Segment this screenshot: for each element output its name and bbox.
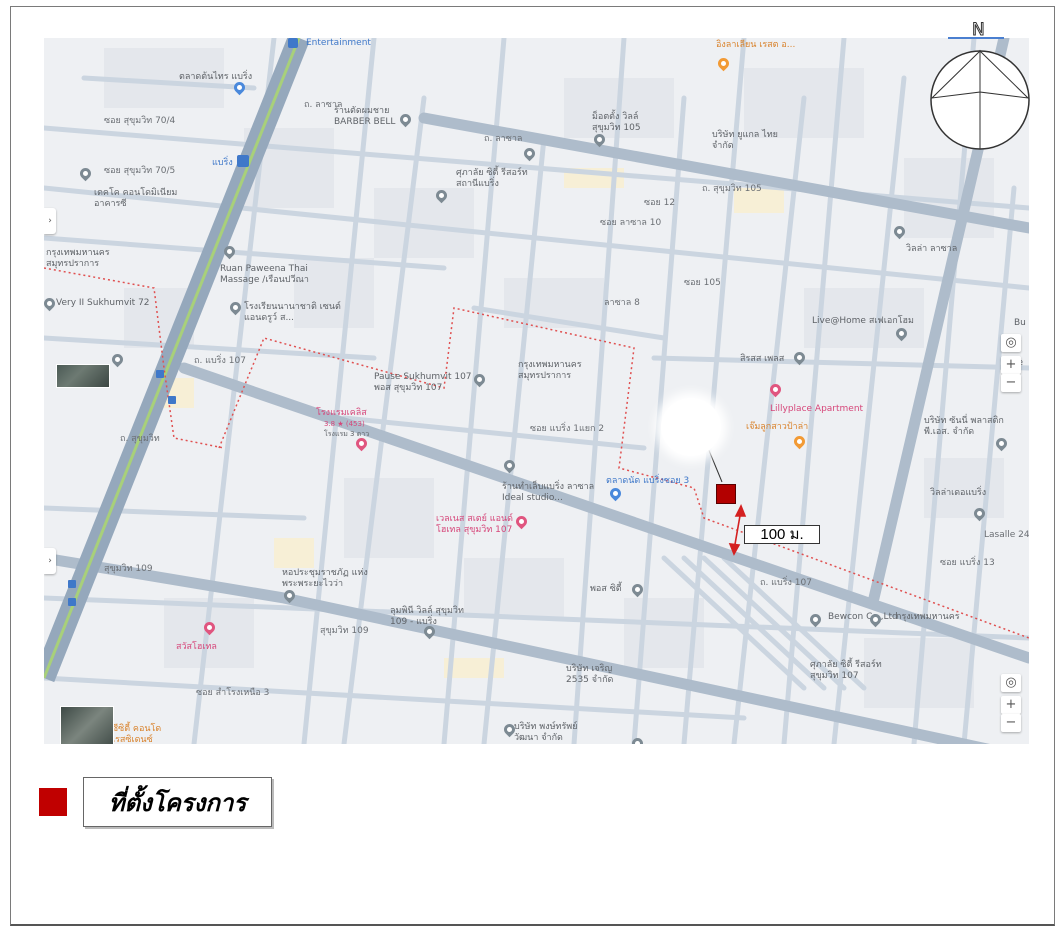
map-label-seven-eleven: อิงลาเลียน เรสต อ... bbox=[716, 40, 796, 50]
map-label-soi-12: ซอย 12 bbox=[644, 198, 676, 208]
zoom-out-button[interactable]: − bbox=[1001, 714, 1021, 732]
map-label-bewcon: Bewcon Co.,Ltd bbox=[828, 612, 898, 622]
map-label-bearing-station: แบริ่ง bbox=[212, 158, 233, 168]
satellite-layer-thumbnail[interactable] bbox=[60, 706, 114, 744]
map-label-sukhumvit-105-road: ถ. สุขุมวิท 105 bbox=[702, 184, 762, 194]
bts-station-icon[interactable] bbox=[237, 155, 249, 167]
map-canvas[interactable]: Entertainment ตลาดต้นไทร แบริ่ง ซอย สุขุ… bbox=[44, 38, 1029, 744]
bus-stop-icon[interactable] bbox=[68, 580, 76, 588]
locate-me-icon[interactable]: ◎ bbox=[1001, 674, 1021, 692]
map-label-bearing-107-road: ถ. แบริ่ง 107 bbox=[194, 356, 246, 366]
map-label-wellness: เวลเนส สเตย์ แอนด์ โฮเทล สุขุมวิท 107 bbox=[436, 514, 513, 535]
bus-stop-icon[interactable] bbox=[68, 598, 76, 606]
redacted-area bbox=[661, 398, 721, 456]
side-panel-toggle[interactable]: › bbox=[44, 208, 56, 234]
map-label-live-home: Live@Home สเฟเอกโฮม bbox=[812, 316, 914, 326]
bus-stop-icon[interactable] bbox=[156, 370, 164, 378]
legend-site-swatch bbox=[39, 788, 67, 816]
map-label-lasalle-1: ถ. ลาซาล bbox=[304, 100, 343, 110]
map-label-library: หอประชุมราชภัฏ แห่งพระพระยะไวว่า bbox=[282, 568, 368, 589]
map-label-villa-lasalle: วิลล่า ลาซาล bbox=[906, 244, 958, 254]
map-label-ruan-paweena: Ruan Paweena Thai Massage /เรือนปวีณา bbox=[220, 264, 309, 285]
map-label-bangkok-district-left: กรุงเทพมหานคร สมุทรปราการ bbox=[46, 248, 110, 269]
map-label-company-top: บริษัท ยูแกล ไทย จำกัด bbox=[712, 130, 778, 151]
map-label-bu: Bu bbox=[1014, 318, 1026, 328]
map-label-bangkok-district-right: กรุงเทพมหานคร bbox=[896, 612, 960, 622]
map-label-sukhumvit-109: สุขุมวิท 109 bbox=[104, 564, 153, 574]
map-label-jaroen: บริษัท เจริญ 2535 จำกัด bbox=[566, 664, 614, 685]
map-label-very-ii: Very II Sukhumvit 72 bbox=[56, 298, 150, 308]
bts-station-icon[interactable] bbox=[288, 38, 298, 48]
zoom-out-button[interactable]: − bbox=[1001, 374, 1021, 392]
map-label-ccity: ซีซิตี้ คอนโด เรสซิเดนซ์ bbox=[112, 724, 162, 744]
map-label-bangkok-district-center: กรุงเทพมหานคร สมุทรปราการ bbox=[518, 360, 582, 381]
map-label-decollo: เดคโค คอนโดมิเนียม อาคารซี bbox=[94, 188, 178, 209]
map-label-jaeng: เจ๊มลูกสาวป้าล่า bbox=[746, 422, 809, 432]
zoom-in-button[interactable]: + bbox=[1001, 696, 1021, 714]
project-site-marker bbox=[716, 484, 736, 504]
zoom-in-button[interactable]: + bbox=[1001, 356, 1021, 374]
locate-me-icon[interactable]: ◎ bbox=[1001, 334, 1021, 352]
map-label-lasalle-8: ลาซาล 8 bbox=[604, 298, 640, 308]
map-label-school: โรงเรียนนานาชาติ เซนต์แอนดรูว์ ส... bbox=[244, 302, 341, 323]
map-label-company-bottom: บริษัท พงษ์ทรัพย์ วัฒนา จำกัด bbox=[514, 722, 578, 743]
map-label-kusalo: ศุภาลัย ซิตี้ รีสอร์ท สถานีแบริ่ง bbox=[456, 168, 528, 189]
map-label-soi-samrong-3: ซอย สำโรงเหนือ 3 bbox=[196, 688, 270, 698]
map-label-villa-bearing: วิลล่าเดอแบริ่ง bbox=[930, 488, 987, 498]
map-label-lillyplace: Lillyplace Apartment bbox=[770, 404, 864, 414]
map-label-soi-bearing-13: ซอย แบริ่ง 13 bbox=[940, 558, 995, 568]
distance-label: 100 ม. bbox=[744, 525, 820, 544]
map-label-soi-105: ซอย 105 bbox=[684, 278, 721, 288]
map-label-mon-tong: ม็อตตั้ง วิลล์ สุขุมวิท 105 bbox=[592, 112, 641, 133]
map-label-entertainment: Entertainment bbox=[306, 38, 371, 48]
side-panel-toggle[interactable]: › bbox=[44, 548, 56, 574]
map-label-bearing-107-b: ถ. แบริ่ง 107 bbox=[760, 578, 812, 588]
satellite-layer-thumbnail[interactable] bbox=[56, 364, 110, 388]
north-arrow-icon: N bbox=[928, 20, 1032, 152]
map-label-lasalle-2: ถ. ลาซาล bbox=[484, 134, 523, 144]
map-label-pos-city: พอส ซิตี้ bbox=[590, 584, 622, 594]
map-label-talad-bearing: ตลาดนัด แบริ่งซอย 3 bbox=[606, 476, 690, 486]
map-label-bearing-right: บริษัท ซันนี่ พลาสติก พี.เอส. จำกัด bbox=[924, 416, 1004, 437]
map-roads bbox=[44, 38, 1029, 744]
map-label-soi-70-4: ซอย สุขุมวิท 70/4 bbox=[104, 116, 176, 126]
map-label-hotel-left: โรงแรมเคลิส bbox=[316, 408, 367, 418]
map-label-lasalle-right: Lasalle 24 bbox=[984, 530, 1029, 540]
map-label-soi-lasalle-10: ซอย ลาซาล 10 bbox=[600, 218, 662, 228]
map-label-sukhumvit-109-b: สุขุมวิท 109 bbox=[320, 626, 369, 636]
compass-north-letter: N bbox=[972, 20, 986, 41]
map-label-ideal-studio: ร้านทำเล็บแบริ่ง ลาซาล Ideal studio... bbox=[502, 482, 595, 503]
bus-stop-icon[interactable] bbox=[168, 396, 176, 404]
map-label-soi-70-5: ซอย สุขุมวิท 70/5 bbox=[104, 166, 176, 176]
map-label-soi-bearing-1-2: ซอย แบริ่ง 1แยก 2 bbox=[530, 424, 605, 434]
map-label-sukhumvit-road: ถ. สุขุมวิท bbox=[120, 434, 160, 444]
map-label-sirasa: สิรสส เพลส bbox=[740, 354, 785, 364]
map-label-pause: Pause Sukhumvit 107 พอส สุขุมวิท 107 bbox=[374, 372, 472, 393]
map-label-supalai-107: ศุภาลัย ซิตี้ รีสอร์ท สุขุมวิท 107 bbox=[810, 660, 882, 681]
map-label-sawat-hotel: สวัสโฮเทล bbox=[176, 642, 217, 652]
legend-site-label: ที่ตั้งโครงการ bbox=[83, 777, 272, 827]
